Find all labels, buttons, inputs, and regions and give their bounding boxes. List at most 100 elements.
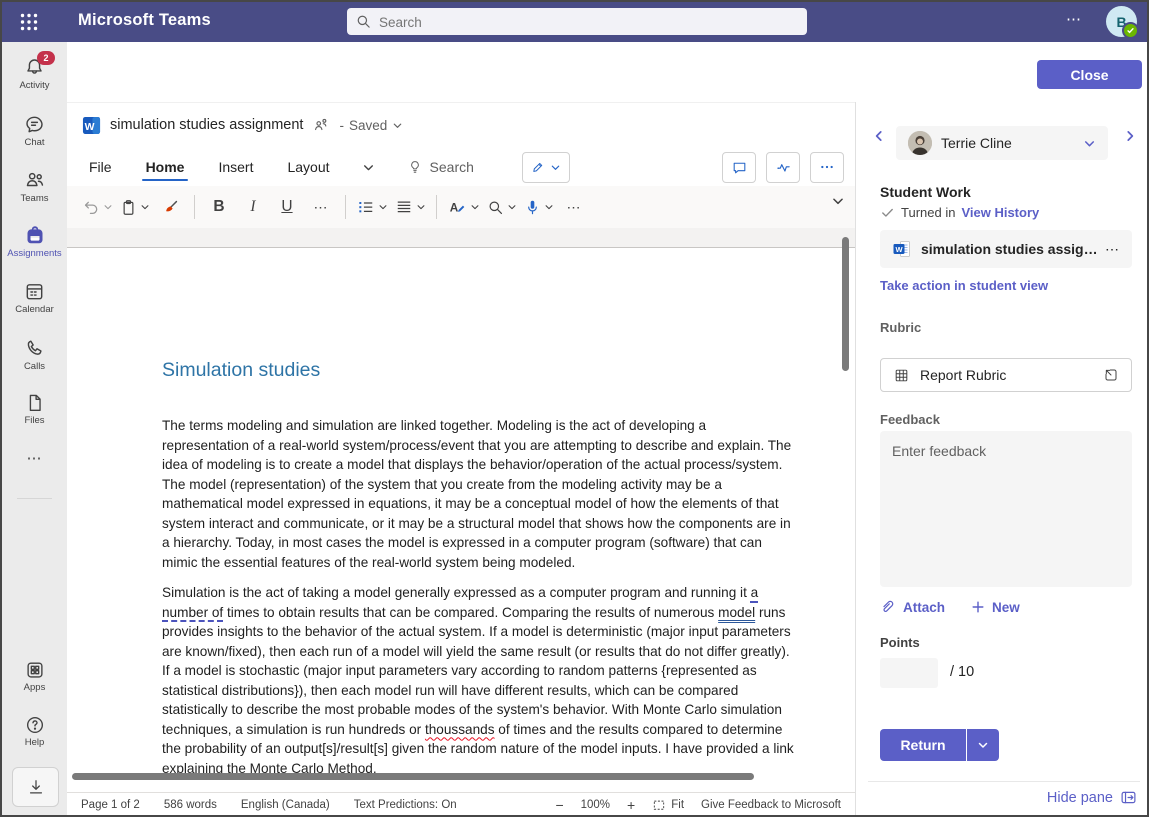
phone-icon <box>2 337 67 360</box>
take-action-link[interactable]: Take action in student view <box>880 278 1048 293</box>
dictate-button[interactable] <box>520 192 557 222</box>
feedback-actions: Attach New <box>880 599 1020 615</box>
language-indicator[interactable]: English (Canada) <box>241 799 330 811</box>
bullet-list-button[interactable] <box>353 192 391 222</box>
file-icon <box>2 392 67 414</box>
text-predictions-toggle[interactable]: Text Predictions: On <box>354 799 457 811</box>
underline-button[interactable]: U <box>270 192 304 222</box>
sidebar-item-calls[interactable]: Calls <box>2 337 67 372</box>
zoom-in-button[interactable]: + <box>627 797 635 813</box>
file-more-button[interactable]: ⋯ <box>1105 241 1120 258</box>
horizontal-scrollbar[interactable] <box>72 773 754 780</box>
page-count[interactable]: Page 1 of 2 <box>81 799 140 811</box>
backpack-icon <box>2 223 67 247</box>
return-options-button[interactable] <box>967 729 999 761</box>
app-rail: 2 Activity Chat Teams <box>2 42 67 817</box>
pen-tools-button[interactable] <box>522 152 570 183</box>
menu-home[interactable]: Home <box>144 151 187 183</box>
give-feedback-link[interactable]: Give Feedback to Microsoft <box>701 799 841 811</box>
feedback-input[interactable] <box>880 431 1132 587</box>
sidebar-item-activity[interactable]: 2 Activity <box>2 56 67 91</box>
attach-button[interactable]: Attach <box>880 599 945 615</box>
vertical-scrollbar[interactable] <box>842 237 849 371</box>
italic-button[interactable]: I <box>236 192 270 222</box>
styles-button[interactable]: A <box>444 192 483 222</box>
font-more-button[interactable]: ⋯ <box>304 192 338 222</box>
sidebar-item-assignments[interactable]: Assignments <box>2 223 67 259</box>
sidebar-item-teams[interactable]: Teams <box>2 168 67 204</box>
document-page[interactable]: Simulation studies The terms modeling an… <box>68 249 854 773</box>
document-header: W simulation studies assignment - Saved <box>67 102 855 148</box>
points-input[interactable] <box>880 658 938 688</box>
sidebar-item-apps[interactable]: Apps <box>2 659 67 693</box>
menu-overflow-chevron-icon[interactable] <box>362 161 375 174</box>
turned-in-status: Turned in View History <box>880 205 1039 220</box>
collapse-ribbon-button[interactable] <box>831 194 845 208</box>
save-status[interactable]: - Saved <box>339 118 403 133</box>
new-button[interactable]: New <box>971 599 1020 615</box>
format-painter-button[interactable] <box>153 192 187 222</box>
comments-button[interactable] <box>722 152 756 183</box>
feedback-box <box>880 431 1132 587</box>
svg-text:W: W <box>895 245 903 254</box>
previous-student-button[interactable] <box>872 129 886 143</box>
next-student-button[interactable] <box>1123 129 1137 143</box>
sidebar-item-chat[interactable]: Chat <box>2 113 67 148</box>
download-app-button[interactable] <box>12 767 59 807</box>
fit-page-button[interactable]: Fit <box>652 798 684 812</box>
sidebar-item-help[interactable]: Help <box>2 714 67 748</box>
topbar-more-button[interactable]: ⋯ <box>1066 10 1083 28</box>
rail-divider <box>17 498 52 499</box>
teams-people-icon <box>2 168 67 192</box>
find-button[interactable] <box>483 192 520 222</box>
search-input[interactable] <box>377 8 801 37</box>
global-search[interactable] <box>347 8 807 35</box>
sidebar-more-button[interactable]: ⋯ <box>2 449 67 467</box>
hide-pane-button[interactable]: Hide pane <box>1047 789 1137 806</box>
close-button[interactable]: Close <box>1037 60 1142 89</box>
document-content: Simulation studies The terms modeling an… <box>162 359 794 773</box>
zoom-out-button[interactable]: − <box>555 797 563 813</box>
view-history-link[interactable]: View History <box>961 205 1039 220</box>
menu-insert[interactable]: Insert <box>216 151 255 183</box>
open-rubric-icon[interactable] <box>1103 367 1119 383</box>
rubric-name: Report Rubric <box>920 367 1093 383</box>
rubric-card[interactable]: Report Rubric <box>880 358 1132 392</box>
alignment-button[interactable] <box>391 192 429 222</box>
document-title[interactable]: simulation studies assignment <box>110 117 303 133</box>
submitted-file-name: simulation studies assig… <box>921 241 1096 257</box>
bold-button[interactable]: B <box>202 192 236 222</box>
activity-badge: 2 <box>37 51 55 65</box>
more-options-button[interactable] <box>810 152 844 183</box>
doc-heading: Simulation studies <box>162 359 794 382</box>
chevron-right-icon <box>1123 129 1137 143</box>
ribbon-more-button[interactable]: ⋯ <box>557 192 591 222</box>
chevron-down-icon <box>507 202 517 212</box>
student-avatar <box>908 131 932 155</box>
submitted-file-card[interactable]: W simulation studies assig… ⋯ <box>880 230 1132 268</box>
zoom-level[interactable]: 100% <box>581 799 610 811</box>
word-count[interactable]: 586 words <box>164 799 217 811</box>
menu-file[interactable]: File <box>87 151 114 183</box>
avatar[interactable]: B <box>1106 6 1137 37</box>
chevron-down-icon <box>103 202 113 212</box>
menu-layout[interactable]: Layout <box>285 151 331 183</box>
sidebar-item-files[interactable]: Files <box>2 392 67 426</box>
waffle-icon[interactable] <box>20 13 38 31</box>
chevron-down-icon <box>140 202 150 212</box>
chat-icon <box>2 113 67 136</box>
return-button[interactable]: Return <box>880 729 966 761</box>
status-bar: Page 1 of 2 586 words English (Canada) T… <box>67 792 855 817</box>
chevron-down-icon <box>550 162 561 173</box>
doc-search-button[interactable]: Search <box>407 159 474 175</box>
magnifier-icon <box>486 198 505 217</box>
undo-button[interactable] <box>79 192 116 222</box>
paste-button[interactable] <box>116 192 153 222</box>
align-icon <box>394 197 414 217</box>
sidebar-item-calendar[interactable]: Calendar <box>2 280 67 315</box>
student-selector[interactable]: Terrie Cline <box>896 126 1108 160</box>
catch-up-button[interactable] <box>766 152 800 183</box>
points-label: Points <box>880 635 920 650</box>
saved-label: Saved <box>349 118 387 133</box>
plus-icon <box>971 600 985 614</box>
